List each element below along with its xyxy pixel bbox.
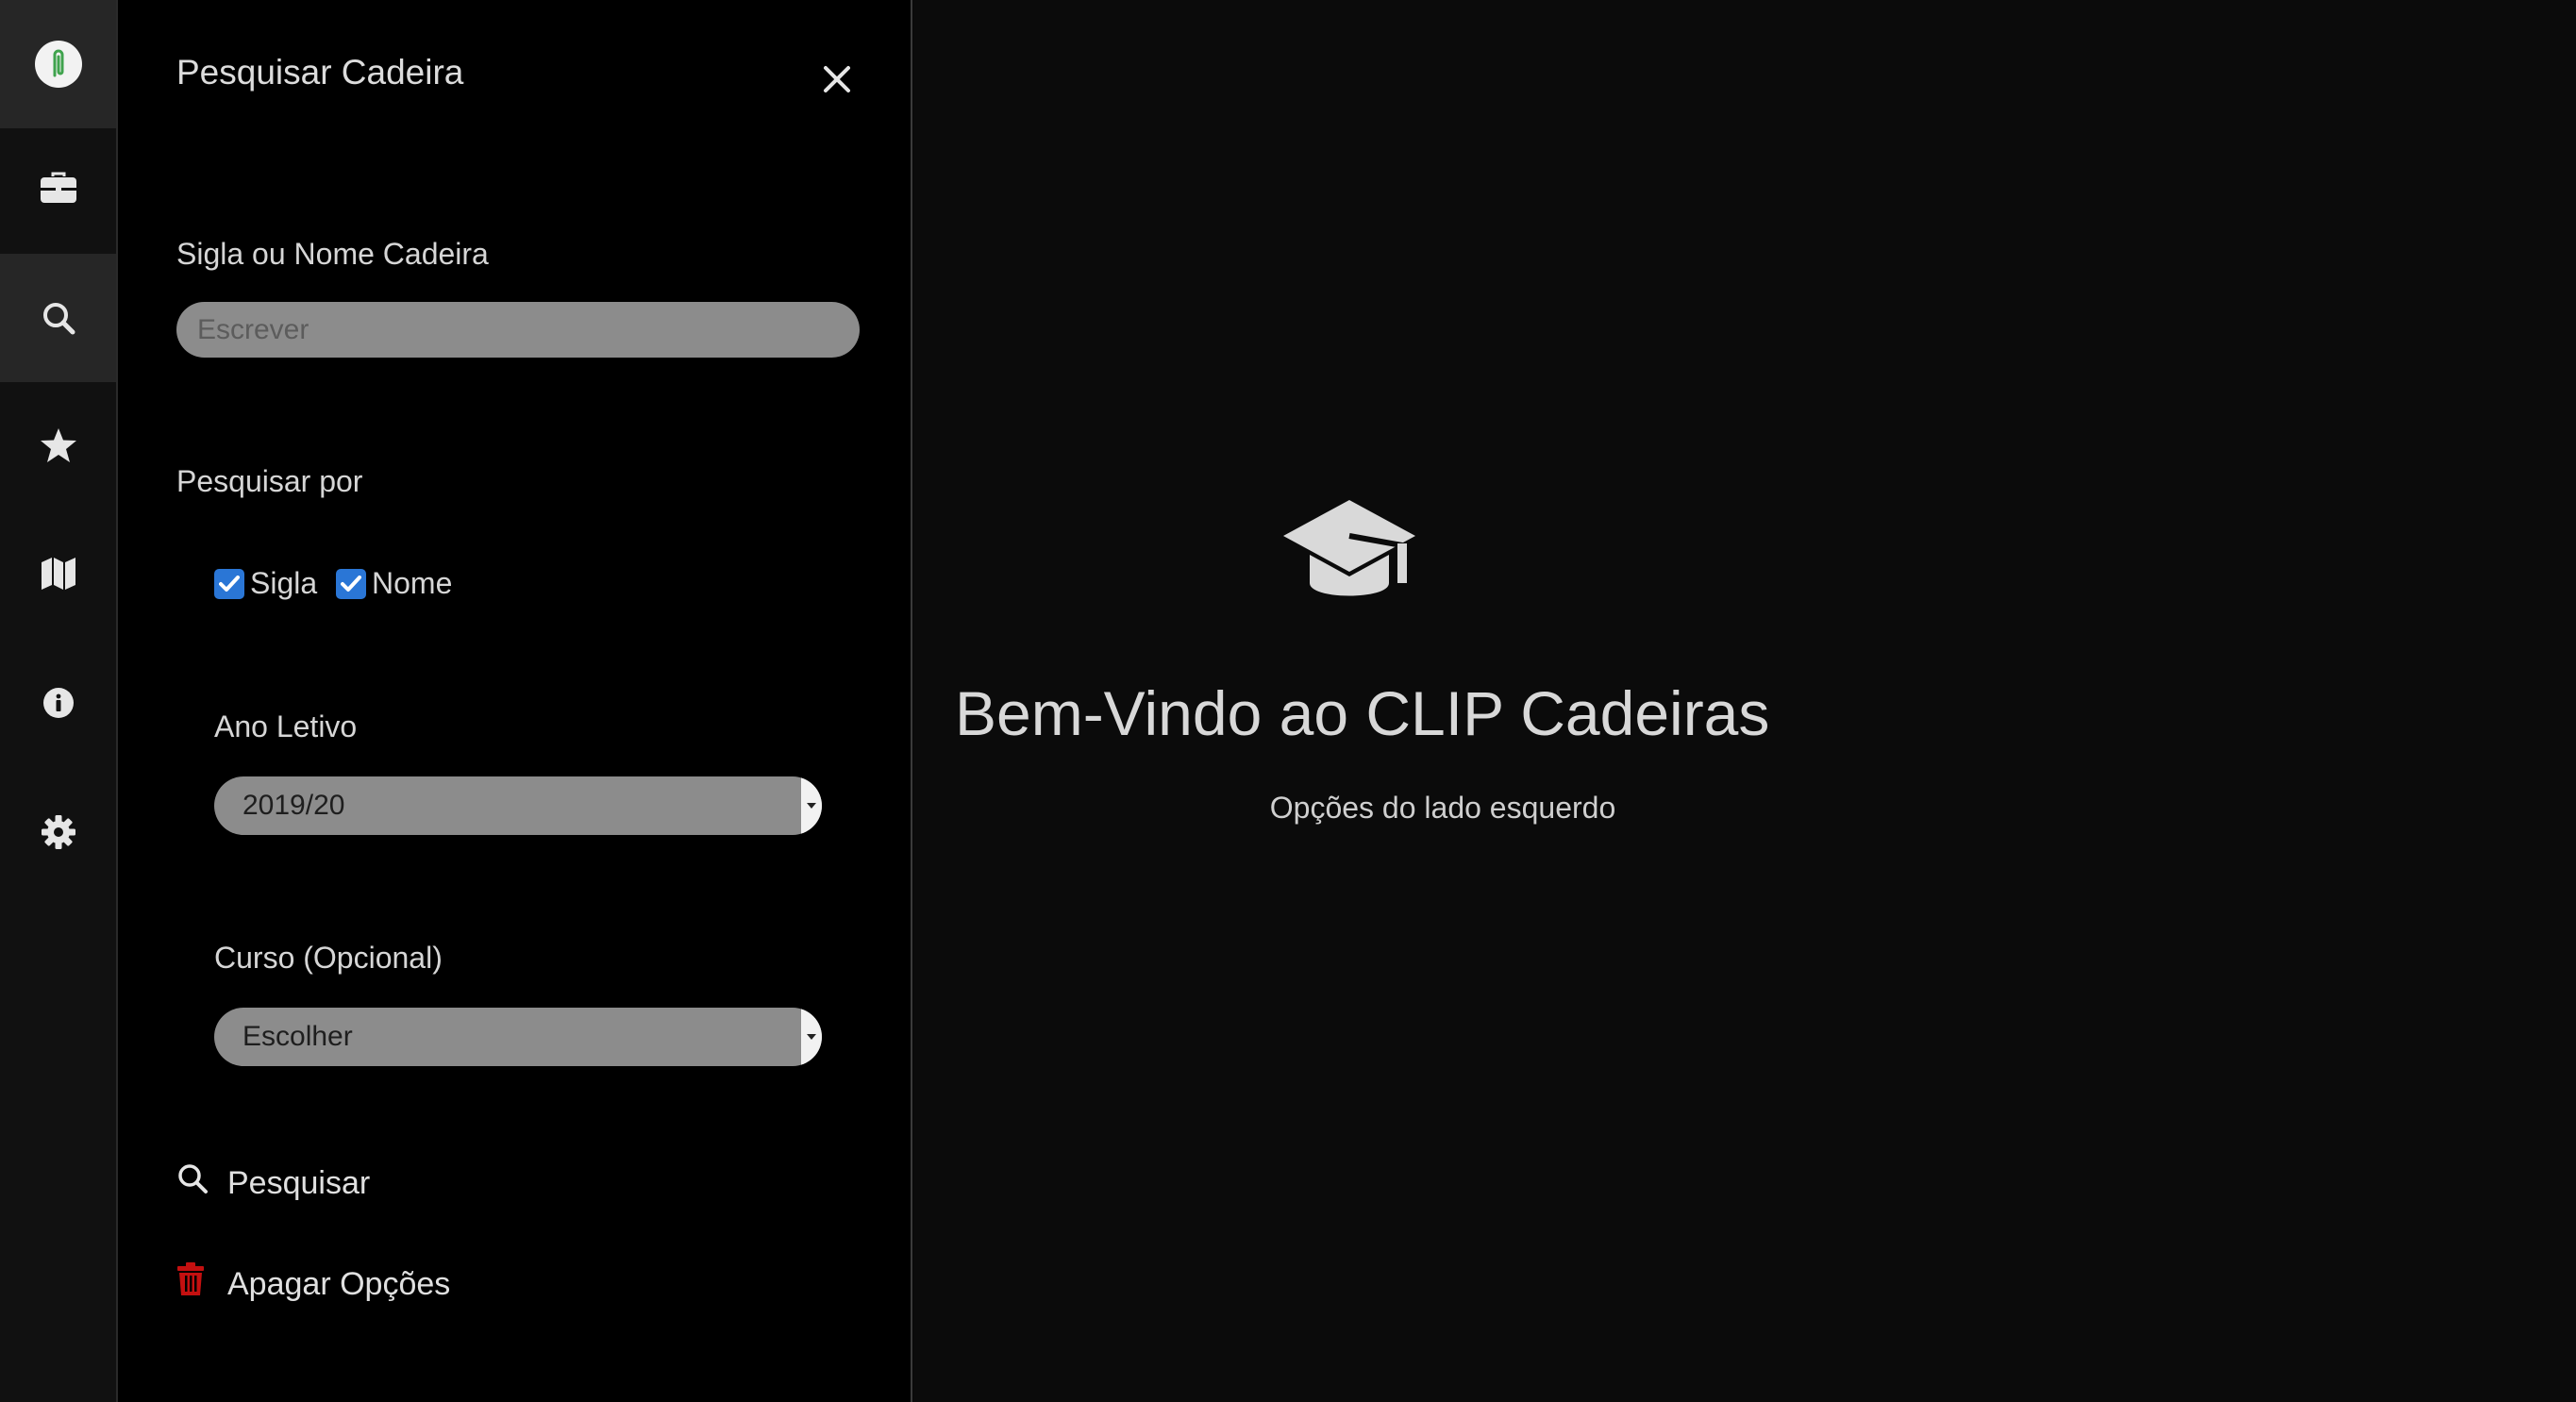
search-button-label: Pesquisar: [227, 1165, 371, 1201]
welcome-title: Bem-Vindo ao CLIP Cadeiras: [955, 678, 1770, 748]
course-label: Curso (Opcional): [214, 941, 443, 975]
checkbox-sigla[interactable]: Sigla: [214, 566, 317, 601]
rail-item-home[interactable]: [0, 0, 116, 128]
checkbox-nome[interactable]: Nome: [336, 566, 452, 601]
star-icon: [40, 428, 76, 462]
clear-options-label: Apagar Opções: [227, 1266, 451, 1302]
icon-rail: [0, 0, 118, 1402]
clip-logo-icon: [34, 41, 82, 88]
search-icon: [178, 1163, 208, 1193]
search-panel: Pesquisar Cadeira Sigla ou Nome Cadeira …: [118, 0, 912, 1402]
checkbox-label-sigla: Sigla: [250, 566, 318, 600]
panel-title: Pesquisar Cadeira: [176, 53, 464, 92]
course-select-value: Escolher: [243, 1021, 353, 1052]
checkbox-checked-icon: [336, 568, 366, 599]
graduation-cap-icon: [1283, 500, 1415, 596]
info-icon: [42, 688, 74, 718]
year-select-value: 2019/20: [243, 790, 345, 821]
rail-item-info[interactable]: [0, 639, 116, 767]
main-content: Bem-Vindo ao CLIP Cadeiras Opções do lad…: [914, 0, 2576, 1402]
course-select[interactable]: Escolher: [214, 1008, 822, 1066]
rail-item-briefcase[interactable]: [0, 124, 116, 252]
checkbox-checked-icon: [214, 568, 244, 599]
name-field-label: Sigla ou Nome Cadeira: [176, 237, 489, 271]
caret-down-icon: [801, 776, 822, 835]
year-select[interactable]: 2019/20: [214, 776, 822, 835]
search-by-label: Pesquisar por: [176, 464, 363, 498]
gear-icon: [41, 815, 75, 849]
briefcase-icon: [40, 172, 76, 203]
clear-options-button[interactable]: Apagar Opções: [176, 1261, 451, 1303]
map-icon: [41, 558, 75, 590]
year-label: Ano Letivo: [214, 709, 358, 743]
search-icon: [42, 303, 75, 335]
rail-item-favorites[interactable]: [0, 381, 116, 509]
rail-item-settings[interactable]: [0, 768, 116, 896]
checkbox-label-nome: Nome: [372, 566, 453, 600]
caret-down-icon: [801, 1008, 822, 1066]
close-icon[interactable]: [818, 60, 856, 98]
welcome-subtitle: Opções do lado esquerdo: [1269, 791, 1616, 825]
rail-item-search[interactable]: [0, 254, 116, 382]
rail-item-map[interactable]: [0, 509, 116, 638]
search-button[interactable]: Pesquisar: [176, 1163, 371, 1202]
course-search-input[interactable]: [176, 302, 860, 358]
trash-icon: [177, 1261, 204, 1295]
